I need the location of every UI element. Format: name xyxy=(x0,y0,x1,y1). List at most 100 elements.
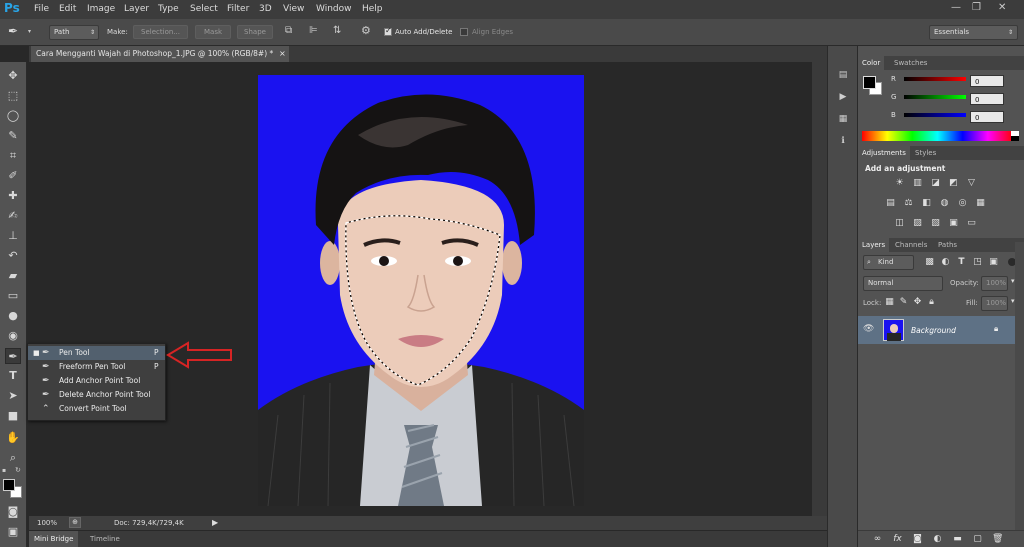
clone-stamp-tool-icon[interactable]: ⊥ xyxy=(5,228,21,244)
close-window-button[interactable]: ✕ xyxy=(998,2,1006,13)
info-panel-icon[interactable]: ℹ xyxy=(836,134,850,148)
path-operations-icon[interactable]: ⧉ xyxy=(285,25,299,39)
filter-type-icon[interactable]: T xyxy=(956,257,967,268)
lock-all-icon[interactable]: 🔒︎ xyxy=(926,297,937,308)
eye-icon[interactable]: 👁︎ xyxy=(863,324,874,334)
layer-filter-select[interactable]: ⌕ Kind xyxy=(863,255,914,270)
curves-icon[interactable]: ◪ xyxy=(930,178,941,189)
auto-add-delete-checkbox[interactable]: ✓ xyxy=(384,26,392,36)
trash-icon[interactable]: 🗑︎ xyxy=(992,534,1003,545)
color-lookup-icon[interactable]: ▦ xyxy=(975,198,986,209)
color-panel-foreground-swatch[interactable] xyxy=(863,76,876,89)
screen-mode-icon[interactable]: ▣ xyxy=(5,524,21,540)
dodge-tool-icon[interactable]: ◉ xyxy=(5,328,21,344)
quick-selection-tool-icon[interactable]: ✎ xyxy=(5,128,21,144)
lasso-tool-icon[interactable]: ◯ xyxy=(5,108,21,124)
threshold-icon[interactable]: ▧ xyxy=(930,218,941,229)
flyout-item-delete-anchor-point-tool[interactable]: ✒ Delete Anchor Point Tool xyxy=(28,388,165,402)
tab-styles[interactable]: Styles xyxy=(911,146,940,160)
exposure-icon[interactable]: ◩ xyxy=(948,178,959,189)
menu-select[interactable]: Select xyxy=(190,4,218,14)
color-spectrum-ramp[interactable] xyxy=(862,131,1013,141)
chevron-down-icon[interactable]: ▾ xyxy=(28,28,31,35)
filter-smart-object-icon[interactable]: ▣ xyxy=(988,257,999,268)
workspace-select[interactable]: Essentials ⇕ xyxy=(929,25,1018,40)
close-tab-icon[interactable]: × xyxy=(279,46,286,62)
tab-channels[interactable]: Channels xyxy=(891,238,931,252)
fill-input[interactable]: 100% xyxy=(981,296,1008,311)
blur-tool-icon[interactable]: ● xyxy=(5,308,21,324)
photo-filter-icon[interactable]: ◍ xyxy=(939,198,950,209)
menu-file[interactable]: File xyxy=(34,4,49,14)
type-tool-icon[interactable]: T xyxy=(5,368,21,384)
menu-3d[interactable]: 3D xyxy=(259,4,272,14)
flyout-item-freeform-pen-tool[interactable]: ✒ Freeform Pen Tool P xyxy=(28,360,165,374)
vibrance-icon[interactable]: ▽ xyxy=(966,178,977,189)
gradient-tool-icon[interactable]: ▭ xyxy=(5,288,21,304)
make-mask-button[interactable]: Mask xyxy=(195,25,231,39)
menu-type[interactable]: Type xyxy=(158,4,179,14)
history-brush-tool-icon[interactable]: ↶ xyxy=(5,248,21,264)
document-tab[interactable]: Cara Mengganti Wajah di Photoshop_1.JPG … xyxy=(31,46,289,62)
brightness-contrast-icon[interactable]: ☀ xyxy=(894,178,905,189)
zoom-tool-icon[interactable]: ⌕ xyxy=(5,450,21,466)
layer-name[interactable]: Background xyxy=(911,326,956,335)
menu-help[interactable]: Help xyxy=(362,4,383,14)
history-panel-icon[interactable]: ▤ xyxy=(836,68,850,82)
tab-color[interactable]: Color xyxy=(858,56,885,70)
layers-scrollbar[interactable] xyxy=(1015,242,1024,538)
tab-mini-bridge[interactable]: Mini Bridge xyxy=(29,531,79,547)
gear-icon[interactable]: ⚙ xyxy=(361,24,375,38)
menu-layer[interactable]: Layer xyxy=(124,4,149,14)
add-mask-icon[interactable]: ◙ xyxy=(912,534,923,545)
channel-mixer-icon[interactable]: ◎ xyxy=(957,198,968,209)
link-layers-icon[interactable]: ∞ xyxy=(872,534,883,545)
hand-tool-icon[interactable]: ✋ xyxy=(5,430,21,446)
color-balance-icon[interactable]: ⚖ xyxy=(903,198,914,209)
brush-tool-icon[interactable]: ✍ xyxy=(5,208,21,224)
default-colors-icon[interactable]: ▪ xyxy=(2,467,10,475)
channel-b-value[interactable]: 0 xyxy=(970,111,1004,123)
pen-tool-icon[interactable]: ✒ xyxy=(5,348,21,364)
lock-transparent-pixels-icon[interactable]: ▦ xyxy=(884,297,895,308)
invert-icon[interactable]: ◫ xyxy=(894,218,905,229)
rectangle-tool-icon[interactable]: ■ xyxy=(5,408,21,424)
restore-button[interactable]: ❐ xyxy=(972,2,981,13)
tool-mode-select[interactable]: Path ⇕ xyxy=(49,25,99,40)
menu-edit[interactable]: Edit xyxy=(59,4,76,14)
black-white-icon[interactable]: ◧ xyxy=(921,198,932,209)
chevron-down-icon[interactable]: ▾ xyxy=(1011,297,1015,305)
lock-image-pixels-icon[interactable]: ✎ xyxy=(898,297,909,308)
tab-layers[interactable]: Layers xyxy=(858,238,890,252)
eraser-tool-icon[interactable]: ▰ xyxy=(5,268,21,284)
eyedropper-tool-icon[interactable]: ✐ xyxy=(5,168,21,184)
document-image[interactable] xyxy=(258,75,584,506)
foreground-color-swatch[interactable] xyxy=(3,479,15,491)
new-layer-icon[interactable]: ▢ xyxy=(972,534,983,545)
minimize-button[interactable]: — xyxy=(951,2,961,13)
opacity-input[interactable]: 100% xyxy=(981,276,1008,291)
share-icon[interactable]: ⊕ xyxy=(69,517,81,528)
channel-b-slider[interactable] xyxy=(904,113,966,117)
flyout-item-pen-tool[interactable]: ■ ✒ Pen Tool P xyxy=(28,346,165,360)
hue-saturation-icon[interactable]: ▤ xyxy=(885,198,896,209)
crop-tool-icon[interactable]: ⌗ xyxy=(5,148,21,164)
menu-view[interactable]: View xyxy=(283,4,304,14)
flyout-item-convert-point-tool[interactable]: ⌃ Convert Point Tool xyxy=(28,402,165,416)
channel-g-slider[interactable] xyxy=(904,95,966,99)
swap-colors-icon[interactable]: ↻ xyxy=(15,466,23,474)
menu-window[interactable]: Window xyxy=(316,4,352,14)
pen-tool-preset-icon[interactable]: ✒ xyxy=(8,24,24,40)
tab-timeline[interactable]: Timeline xyxy=(86,531,124,547)
levels-icon[interactable]: ▥ xyxy=(912,178,923,189)
menu-filter[interactable]: Filter xyxy=(227,4,249,14)
posterize-icon[interactable]: ▨ xyxy=(912,218,923,229)
blend-mode-select[interactable]: Normal xyxy=(863,276,943,291)
marquee-tool-icon[interactable]: ⬚ xyxy=(5,88,21,104)
zoom-level[interactable]: 100% xyxy=(37,519,57,527)
vertical-scrollbar[interactable] xyxy=(812,62,827,516)
black-ramp-swatch[interactable] xyxy=(1011,136,1019,141)
chevron-down-icon[interactable]: ▾ xyxy=(1011,277,1015,285)
channel-r-value[interactable]: 0 xyxy=(970,75,1004,87)
filter-shape-icon[interactable]: ◳ xyxy=(972,257,983,268)
